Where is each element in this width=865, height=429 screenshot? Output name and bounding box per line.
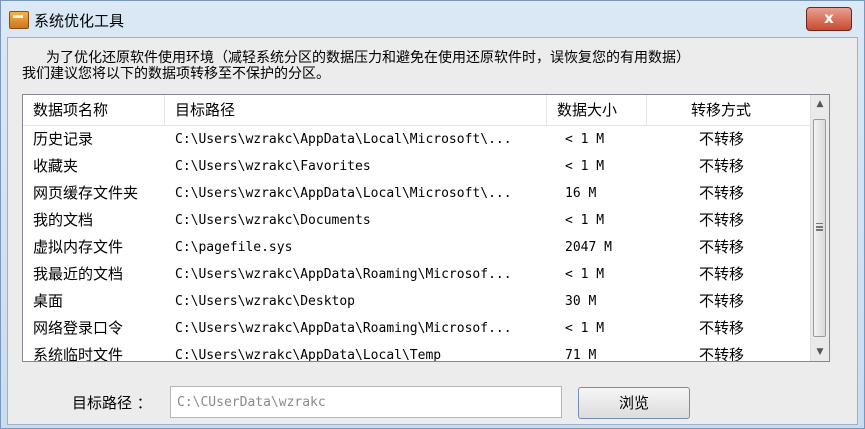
item-path: C:\pagefile.sys: [175, 240, 293, 255]
item-name: 收藏夹: [33, 157, 79, 175]
item-path: C:\Users\wzrakc\AppData\Local\Temp: [175, 348, 442, 362]
item-name: 历史记录: [33, 130, 94, 148]
scroll-down-icon[interactable]: ▼: [811, 343, 829, 361]
notice-line-1: 为了优化还原软件使用环境（减轻系统分区的数据压力和避免在使用还原软件时，误恢复您…: [46, 50, 690, 66]
table-row[interactable]: 历史记录 C:\Users\wzrakc\AppData\Local\Micro…: [23, 126, 813, 153]
item-path: C:\Users\wzrakc\AppData\Roaming\Microsof…: [175, 267, 512, 282]
scroll-up-icon[interactable]: ▲: [811, 95, 829, 113]
item-mode[interactable]: 不转移: [647, 315, 813, 342]
notice-line-2: 我们建议您将以下的数据项转移至不保护的分区。: [22, 66, 330, 82]
item-name: 桌面: [33, 292, 64, 310]
item-size: < 1 M: [565, 213, 605, 228]
table-row[interactable]: 系统临时文件 C:\Users\wzrakc\AppData\Local\Tem…: [23, 342, 813, 362]
notice-text: 为了优化还原软件使用环境（减轻系统分区的数据压力和避免在使用还原软件时，误恢复您…: [22, 50, 852, 82]
column-header-mode[interactable]: 转移方式: [647, 95, 813, 125]
item-size: 71 M: [565, 348, 597, 362]
table-row[interactable]: 虚拟内存文件 C:\pagefile.sys 2047 M 不转移: [23, 234, 813, 261]
item-mode[interactable]: 不转移: [647, 342, 813, 361]
item-path: C:\Users\wzrakc\AppData\Roaming\Microsof…: [175, 321, 512, 336]
item-size: 16 M: [565, 186, 597, 201]
close-icon: x: [824, 9, 834, 27]
toolbox-icon: [9, 11, 29, 29]
scroll-thumb[interactable]: [813, 119, 826, 337]
table-row[interactable]: 桌面 C:\Users\wzrakc\Desktop 30 M 不转移: [23, 288, 813, 315]
column-header-name[interactable]: 数据项名称: [23, 95, 165, 125]
target-path-label: 目标路径 ：: [72, 394, 152, 412]
table-row[interactable]: 我最近的文档 C:\Users\wzrakc\AppData\Roaming\M…: [23, 261, 813, 288]
list-header: 数据项名称 目标路径 数据大小 转移方式: [23, 95, 813, 126]
item-mode[interactable]: 不转移: [647, 288, 813, 315]
item-path: C:\Users\wzrakc\Favorites: [175, 159, 371, 174]
item-mode[interactable]: 不转移: [647, 153, 813, 180]
item-name: 我最近的文档: [33, 265, 124, 283]
data-item-list[interactable]: 数据项名称 目标路径 数据大小 转移方式 历史记录 C:\Users\wzrak…: [22, 94, 830, 362]
item-name: 虚拟内存文件: [33, 238, 124, 256]
target-path-input[interactable]: [170, 386, 562, 418]
item-name: 系统临时文件: [33, 346, 124, 362]
item-path: C:\Users\wzrakc\AppData\Local\Microsoft\…: [175, 186, 512, 201]
browse-button[interactable]: 浏览: [578, 387, 690, 419]
item-mode[interactable]: 不转移: [647, 234, 813, 261]
item-mode[interactable]: 不转移: [647, 261, 813, 288]
item-name: 我的文档: [33, 211, 94, 229]
item-name: 网络登录口令: [33, 319, 124, 337]
item-size: < 1 M: [565, 159, 605, 174]
table-row[interactable]: 网络登录口令 C:\Users\wzrakc\AppData\Roaming\M…: [23, 315, 813, 342]
scroll-grip-icon: [816, 223, 823, 225]
item-mode[interactable]: 不转移: [647, 207, 813, 234]
dialog-body: 为了优化还原软件使用环境（减轻系统分区的数据压力和避免在使用还原软件时，误恢复您…: [7, 37, 858, 425]
table-row[interactable]: 收藏夹 C:\Users\wzrakc\Favorites < 1 M 不转移: [23, 153, 813, 180]
table-row[interactable]: 网页缓存文件夹 C:\Users\wzrakc\AppData\Local\Mi…: [23, 180, 813, 207]
item-size: < 1 M: [565, 321, 605, 336]
window-title: 系统优化工具: [34, 12, 125, 30]
item-mode[interactable]: 不转移: [647, 180, 813, 207]
column-header-path[interactable]: 目标路径: [165, 95, 547, 125]
item-path: C:\Users\wzrakc\Desktop: [175, 294, 356, 309]
item-size: 30 M: [565, 294, 597, 309]
item-path: C:\Users\wzrakc\Documents: [175, 213, 371, 228]
item-size: < 1 M: [565, 267, 605, 282]
close-button[interactable]: x: [806, 7, 852, 31]
item-size: 2047 M: [565, 240, 612, 255]
column-header-size[interactable]: 数据大小: [547, 95, 647, 125]
item-size: < 1 M: [565, 132, 605, 147]
item-mode[interactable]: 不转移: [647, 126, 813, 153]
title-bar[interactable]: 系统优化工具 x: [1, 1, 864, 37]
vertical-scrollbar[interactable]: ▲ ▼: [810, 95, 829, 361]
table-row[interactable]: 我的文档 C:\Users\wzrakc\Documents < 1 M 不转移: [23, 207, 813, 234]
item-name: 网页缓存文件夹: [33, 184, 139, 202]
optimizer-window: 系统优化工具 x 为了优化还原软件使用环境（减轻系统分区的数据压力和避免在使用还…: [0, 0, 865, 429]
item-path: C:\Users\wzrakc\AppData\Local\Microsoft\…: [175, 132, 512, 147]
